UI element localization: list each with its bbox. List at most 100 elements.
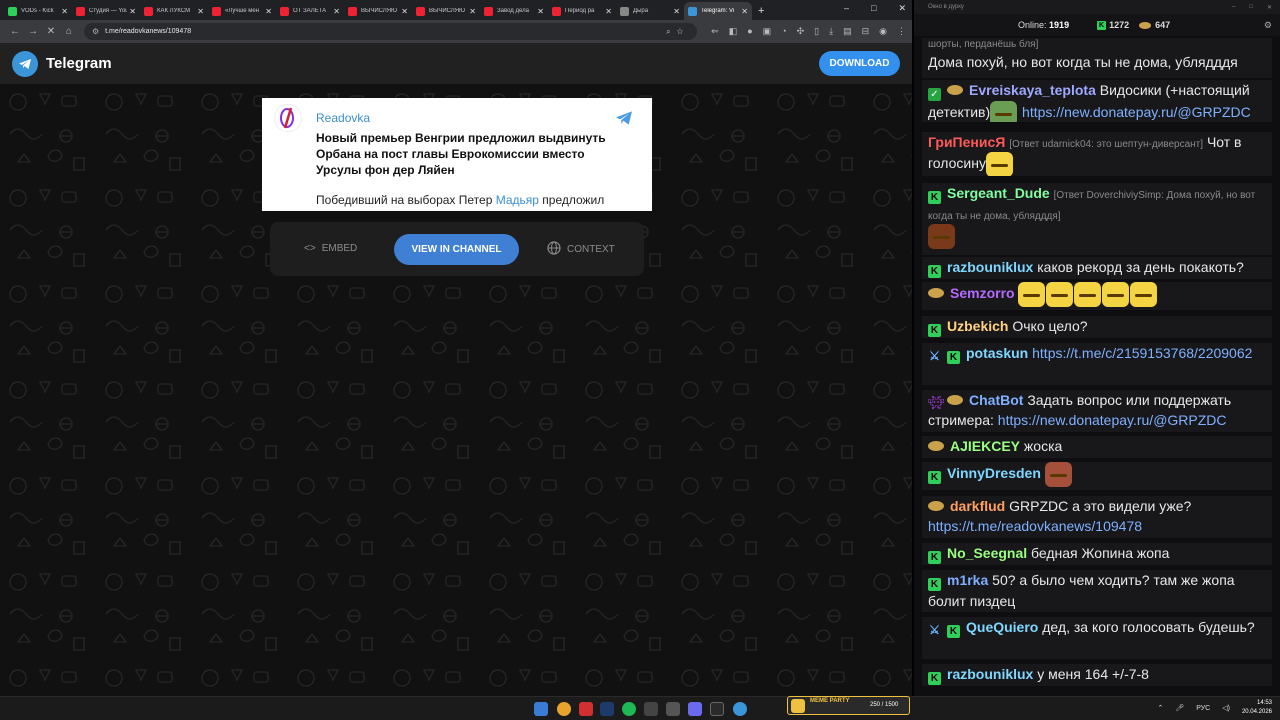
forward-icon[interactable]: → xyxy=(24,26,42,37)
view-in-channel-button[interactable]: VIEW IN CHANNEL xyxy=(394,234,519,265)
chat-message[interactable]: шорты, перданёшь бля] Дома похуй, но вот … xyxy=(922,38,1272,78)
screen-share-icon[interactable]: ⊟ xyxy=(862,26,870,37)
chat-link[interactable]: https://new.donatepay.ru/@GRPZDC xyxy=(998,412,1227,428)
channel-name-link[interactable]: Readovka xyxy=(316,111,370,125)
chat-link[interactable]: https://t.me/readovkanews/109478 xyxy=(928,518,1142,534)
chat-username[interactable]: potaskun xyxy=(966,345,1028,361)
browser-tab[interactable]: Студия — YouTube✕ xyxy=(72,2,140,20)
chat-username[interactable]: m1rka xyxy=(947,572,988,588)
chat-username[interactable]: AJIEKCEY xyxy=(950,438,1020,454)
post-body-link[interactable]: Мадьяр xyxy=(496,193,539,207)
browser-tab[interactable]: «Лучше мен ✕ xyxy=(208,2,276,20)
app-icon[interactable] xyxy=(579,702,593,716)
settings-gear-icon[interactable]: ⚙ xyxy=(1264,20,1272,31)
tab-close-icon[interactable]: ✕ xyxy=(469,7,476,16)
chat-username[interactable]: Uzbekich xyxy=(947,318,1008,334)
chat-message[interactable]: Semzorro xyxy=(922,282,1272,310)
stop-icon[interactable]: ✕ xyxy=(42,26,60,37)
puzzle-icon[interactable]: ✣ xyxy=(797,26,805,37)
app-icon[interactable] xyxy=(666,702,680,716)
chat-username[interactable]: Sergeant_Dude xyxy=(947,185,1050,201)
extension-icon[interactable]: ◧ xyxy=(729,26,738,37)
chat-message[interactable]: ✓ Evreiskaya_teplota Видосики (+настоящий… xyxy=(922,80,1272,122)
extension-icon[interactable]: ⇐ xyxy=(711,26,719,37)
chat-message[interactable]: ГриПенисЯ [Ответ udarnick04: это шептун-… xyxy=(922,132,1272,176)
steam-icon[interactable] xyxy=(600,702,614,716)
chat-username[interactable]: darkflud xyxy=(950,498,1005,514)
chat-link[interactable]: https://t.me/c/2159153768/2209062 xyxy=(1032,345,1252,361)
meme-party-widget[interactable]: MEME PARTY 250 / 1500 xyxy=(787,696,910,715)
tab-close-icon[interactable]: ✕ xyxy=(673,7,680,16)
chat-username[interactable]: No_Seegnal xyxy=(947,545,1027,561)
chat-message-list[interactable]: шорты, перданёшь бля] Дома похуй, но вот … xyxy=(914,38,1280,696)
telegram-icon[interactable] xyxy=(614,110,634,131)
chat-message[interactable]: Krazbouniklux каков рекорд за день покак… xyxy=(922,257,1272,279)
telegram-taskbar-icon[interactable] xyxy=(733,702,747,716)
chat-username[interactable]: QueQuiero xyxy=(966,619,1038,635)
start-menu-icon[interactable] xyxy=(534,702,548,716)
tab-search-icon[interactable]: ▤ xyxy=(843,26,852,37)
extension-icon[interactable]: ● xyxy=(747,26,752,37)
app-icon[interactable] xyxy=(688,702,702,716)
spotify-icon[interactable] xyxy=(622,702,636,716)
channel-avatar[interactable] xyxy=(274,104,302,132)
chat-message[interactable]: darkflud GRPZDC а это видели уже? https:… xyxy=(922,496,1272,538)
chat-message[interactable]: K Uzbekich Очко цело? xyxy=(922,316,1272,338)
chat-username[interactable]: razbouniklux xyxy=(947,259,1033,275)
mic-icon[interactable]: 🎤︎ xyxy=(1175,704,1184,712)
download-button[interactable]: DOWNLOAD xyxy=(819,51,900,76)
profile-icon[interactable]: ◉ xyxy=(879,26,887,37)
browser-tab[interactable]: ОТ ЗАЛЕТА ✕ xyxy=(276,2,344,20)
tab-close-icon[interactable]: ✕ xyxy=(401,7,408,16)
chat-message[interactable]: ⚔ K QueQuiero дед, за кого голосовать буде… xyxy=(922,617,1272,659)
chrome-icon[interactable] xyxy=(557,702,571,716)
back-icon[interactable]: ← xyxy=(6,26,24,37)
browser-tab[interactable]: ВЫЧИСЛЯЮ ✕ xyxy=(412,2,480,20)
tab-close-icon[interactable]: ✕ xyxy=(129,7,136,16)
chat-username[interactable]: Semzorro xyxy=(950,285,1015,301)
browser-tab[interactable]: ВЫЧИСЛЯЮ ✕ xyxy=(344,2,412,20)
app-icon[interactable] xyxy=(644,702,658,716)
chat-username[interactable]: ГриПенисЯ xyxy=(928,134,1005,150)
telegram-post-card[interactable]: Readovka Новый премьер Венгрии предложил… xyxy=(262,98,652,211)
volume-icon[interactable]: ◁) xyxy=(1222,704,1230,712)
chat-username[interactable]: ChatBot xyxy=(969,392,1023,408)
maximize-icon[interactable]: □ xyxy=(871,3,876,14)
browser-tab[interactable]: Telegram: Vi ✕ xyxy=(684,2,752,20)
browser-tab[interactable]: Завод дела ✕ xyxy=(480,2,548,20)
url-input[interactable]: ⚙ t.me/readovkanews/109478 ⌕☆ xyxy=(83,23,698,40)
chat-message[interactable]: ⚔ Kpotaskun https://t.me/c/2159153768/220… xyxy=(922,343,1272,385)
chat-username[interactable]: VinnyDresden xyxy=(947,465,1041,481)
chat-message[interactable]: AJIEKCEY жоска xyxy=(922,436,1272,458)
chevron-up-icon[interactable]: ⌃ xyxy=(1157,704,1163,712)
sidebar-icon[interactable]: ▯ xyxy=(814,26,819,37)
chat-username[interactable]: Evreiskaya_teplota xyxy=(969,82,1096,98)
chat-link[interactable]: https://new.donatepay.ru/@GRPZDC xyxy=(1022,104,1251,120)
extension-icon[interactable]: ▣ xyxy=(763,26,772,37)
menu-icon[interactable]: ⋮ xyxy=(897,26,906,37)
tab-close-icon[interactable]: ✕ xyxy=(197,7,204,16)
close-icon[interactable]: ✕ xyxy=(1267,4,1272,11)
chat-message[interactable]: K No_Seegnal бедная Жопина жопа xyxy=(922,543,1272,565)
tab-close-icon[interactable]: ✕ xyxy=(265,7,272,16)
minimize-icon[interactable]: – xyxy=(1232,4,1235,11)
telegram-brand[interactable]: Telegram xyxy=(46,55,112,72)
language-indicator[interactable]: РУС xyxy=(1196,705,1210,712)
browser-tab[interactable]: КАК ЛУКСМ ✕ xyxy=(140,2,208,20)
browser-tab[interactable]: Период ра ✕ xyxy=(548,2,616,20)
chat-message[interactable]: Km1rka 50? а было чем ходить? там же жоп… xyxy=(922,570,1272,612)
app-icon[interactable] xyxy=(710,702,724,716)
chat-username[interactable]: razbouniklux xyxy=(947,666,1033,682)
minimize-icon[interactable]: – xyxy=(844,3,849,14)
download-icon[interactable]: ⤓ xyxy=(829,26,833,37)
site-info-icon[interactable]: ⚙ xyxy=(92,27,99,36)
chat-message[interactable]: K VinnyDresden xyxy=(922,462,1272,490)
tab-close-icon[interactable]: ✕ xyxy=(537,7,544,16)
tab-close-icon[interactable]: ✕ xyxy=(741,7,748,16)
new-tab-button[interactable]: + xyxy=(758,5,764,17)
clock[interactable]: 14:53 20.04.2026 xyxy=(1242,699,1272,717)
embed-button[interactable]: <> EMBED xyxy=(304,243,357,254)
maximize-icon[interactable]: □ xyxy=(1249,4,1253,11)
tab-close-icon[interactable]: ✕ xyxy=(333,7,340,16)
chat-message[interactable]: K Sergeant_Dude [Ответ DoverchiviySimp: Д… xyxy=(922,183,1272,255)
